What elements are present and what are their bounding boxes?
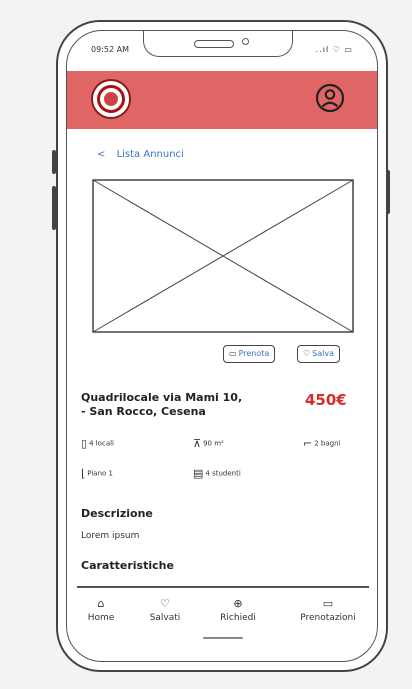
door-icon: ▯ (81, 437, 88, 450)
feature-rooms-text: 4 locali (89, 439, 114, 448)
home-icon: ⌂ (97, 597, 105, 610)
listing-title-line2: - San Rocco, Cesena (81, 405, 206, 418)
phone-screen: 09:52 AM ..ıl ♡ ▭ < Lista Annunci ▭ Pren… (66, 30, 378, 662)
listing-price: 450€ (305, 391, 347, 409)
heart-icon: ♡ (303, 349, 311, 358)
listing-image-placeholder (92, 179, 354, 333)
speaker-icon (194, 40, 234, 48)
power-button (386, 170, 390, 214)
feature-rooms: ▯ 4 locali (81, 437, 114, 450)
volume-down-button (52, 186, 56, 230)
nav-home[interactable]: ⌂ Home (83, 597, 119, 623)
nav-bookings[interactable]: ▭ Prenotazioni (287, 597, 369, 623)
stairs-icon: ⌊ (81, 467, 86, 480)
feature-area: ⊼ 90 m² (193, 437, 224, 450)
ruler-icon: ⊼ (193, 437, 202, 450)
calendar-icon: ▭ (322, 597, 334, 610)
book-button-label: Prenota (238, 349, 270, 358)
feature-baths: ⌐ 2 bagni (303, 437, 340, 450)
description-text: Lorem ipsum (81, 531, 140, 541)
back-link-label: Lista Annunci (116, 149, 184, 160)
bathtub-icon: ⌐ (303, 437, 313, 450)
heart-icon: ♡ (160, 597, 170, 610)
nav-home-label: Home (87, 613, 115, 623)
nav-bookings-label: Prenotazioni (300, 613, 356, 623)
phone-notch (143, 31, 293, 57)
status-icons: ..ıl ♡ ▭ (315, 45, 353, 54)
volume-up-button (52, 150, 56, 174)
description-title: Descrizione (81, 507, 153, 520)
calendar-icon: ▭ (229, 349, 237, 358)
listing-title-line1: Quadrilocale via Mami 10, (81, 391, 243, 404)
nav-requests[interactable]: ⊕ Richiedi (213, 597, 263, 623)
save-button[interactable]: ♡ Salva (297, 345, 341, 363)
book-button[interactable]: ▭ Prenota (223, 345, 276, 363)
screen-background: 09:52 AM ..ıl ♡ ▭ < Lista Annunci ▭ Pren… (0, 0, 412, 689)
bed-icon: ▤ (193, 467, 204, 480)
status-time: 09:52 AM (91, 45, 129, 54)
user-profile-icon[interactable] (315, 83, 345, 113)
app-header (67, 71, 377, 129)
bottom-nav-divider (77, 586, 369, 588)
nav-requests-label: Richiedi (220, 613, 256, 623)
feature-baths-text: 2 bagni (314, 439, 341, 448)
feature-floor: ⌊ Piano 1 (81, 467, 113, 480)
feature-area-text: 90 m² (203, 439, 224, 448)
plus-circle-icon: ⊕ (233, 597, 243, 610)
nav-saved-label: Salvati (149, 613, 181, 623)
feature-floor-text: Piano 1 (87, 469, 113, 478)
feature-occupants-text: 4 studenti (205, 469, 241, 478)
nav-saved[interactable]: ♡ Salvati (143, 597, 187, 623)
feature-occupants: ▤ 4 studenti (193, 467, 241, 480)
save-button-label: Salva (312, 349, 335, 358)
characteristics-title: Caratteristiche (81, 559, 174, 572)
home-indicator (203, 637, 243, 639)
camera-icon (242, 38, 249, 45)
chevron-left-icon: < (97, 149, 106, 160)
back-link[interactable]: < Lista Annunci (97, 149, 184, 160)
listing-title: Quadrilocale via Mami 10, - San Rocco, C… (81, 391, 271, 419)
university-seal-icon[interactable] (91, 79, 131, 119)
